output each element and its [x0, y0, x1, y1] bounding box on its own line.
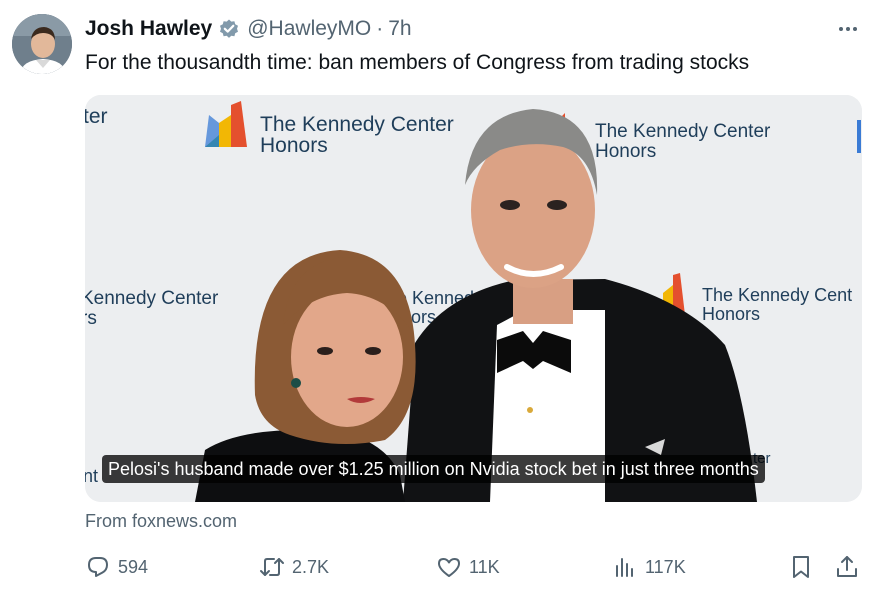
reply-icon — [88, 557, 108, 577]
reply-button[interactable]: 594 — [85, 552, 148, 582]
card-photo: The Kennedy Center Honors ter The Kenned… — [85, 95, 862, 502]
backdrop-text: Kennedy Center — [85, 288, 219, 309]
share-icon — [837, 556, 857, 577]
repost-count: 2.7K — [292, 556, 330, 577]
display-name[interactable]: Josh Hawley — [85, 17, 212, 41]
card-source-link[interactable]: From foxnews.com — [85, 511, 237, 532]
tweet-text: For the thousandth time: ban members of … — [85, 51, 750, 74]
repost-icon — [260, 558, 284, 576]
tweet-action-bar: 594 2.7K 11K 117K — [85, 552, 862, 582]
avatar-image — [12, 14, 72, 74]
like-button[interactable]: 11K — [436, 552, 500, 582]
view-count: 117K — [645, 556, 686, 577]
backdrop-text: nt — [85, 466, 98, 486]
backdrop-text: The Kennedy Cent — [702, 285, 852, 305]
backdrop-text: Honors — [702, 304, 760, 324]
views-button[interactable]: 117K — [612, 552, 686, 582]
tweet-timestamp[interactable]: 7h — [388, 17, 411, 41]
share-button[interactable] — [834, 552, 860, 582]
backdrop-text: ter — [85, 105, 108, 128]
verified-badge-icon — [218, 18, 240, 40]
bookmark-button[interactable] — [788, 552, 814, 582]
separator-dot: · — [376, 17, 384, 40]
heart-icon — [438, 558, 460, 577]
like-count: 11K — [469, 556, 500, 577]
user-handle[interactable]: @HawleyMO — [247, 17, 371, 41]
backdrop-text: The Kennedy Center — [595, 121, 771, 142]
reply-count: 594 — [118, 556, 149, 577]
repost-button[interactable]: 2.7K — [259, 552, 329, 582]
link-card[interactable]: The Kennedy Center Honors ter The Kenned… — [85, 95, 862, 502]
more-options-icon[interactable] — [834, 18, 862, 40]
avatar[interactable] — [12, 14, 72, 74]
bookmark-icon — [793, 556, 809, 578]
backdrop-text: Honors — [260, 134, 328, 157]
analytics-icon — [616, 558, 633, 577]
tweet-header: Josh Hawley @HawleyMO · 7h — [85, 14, 412, 44]
backdrop-text: rs — [85, 308, 97, 329]
backdrop-text: The Kennedy Center — [260, 113, 454, 136]
card-caption: Pelosi's husband made over $1.25 million… — [102, 455, 765, 483]
backdrop-text: Honors — [595, 141, 656, 162]
